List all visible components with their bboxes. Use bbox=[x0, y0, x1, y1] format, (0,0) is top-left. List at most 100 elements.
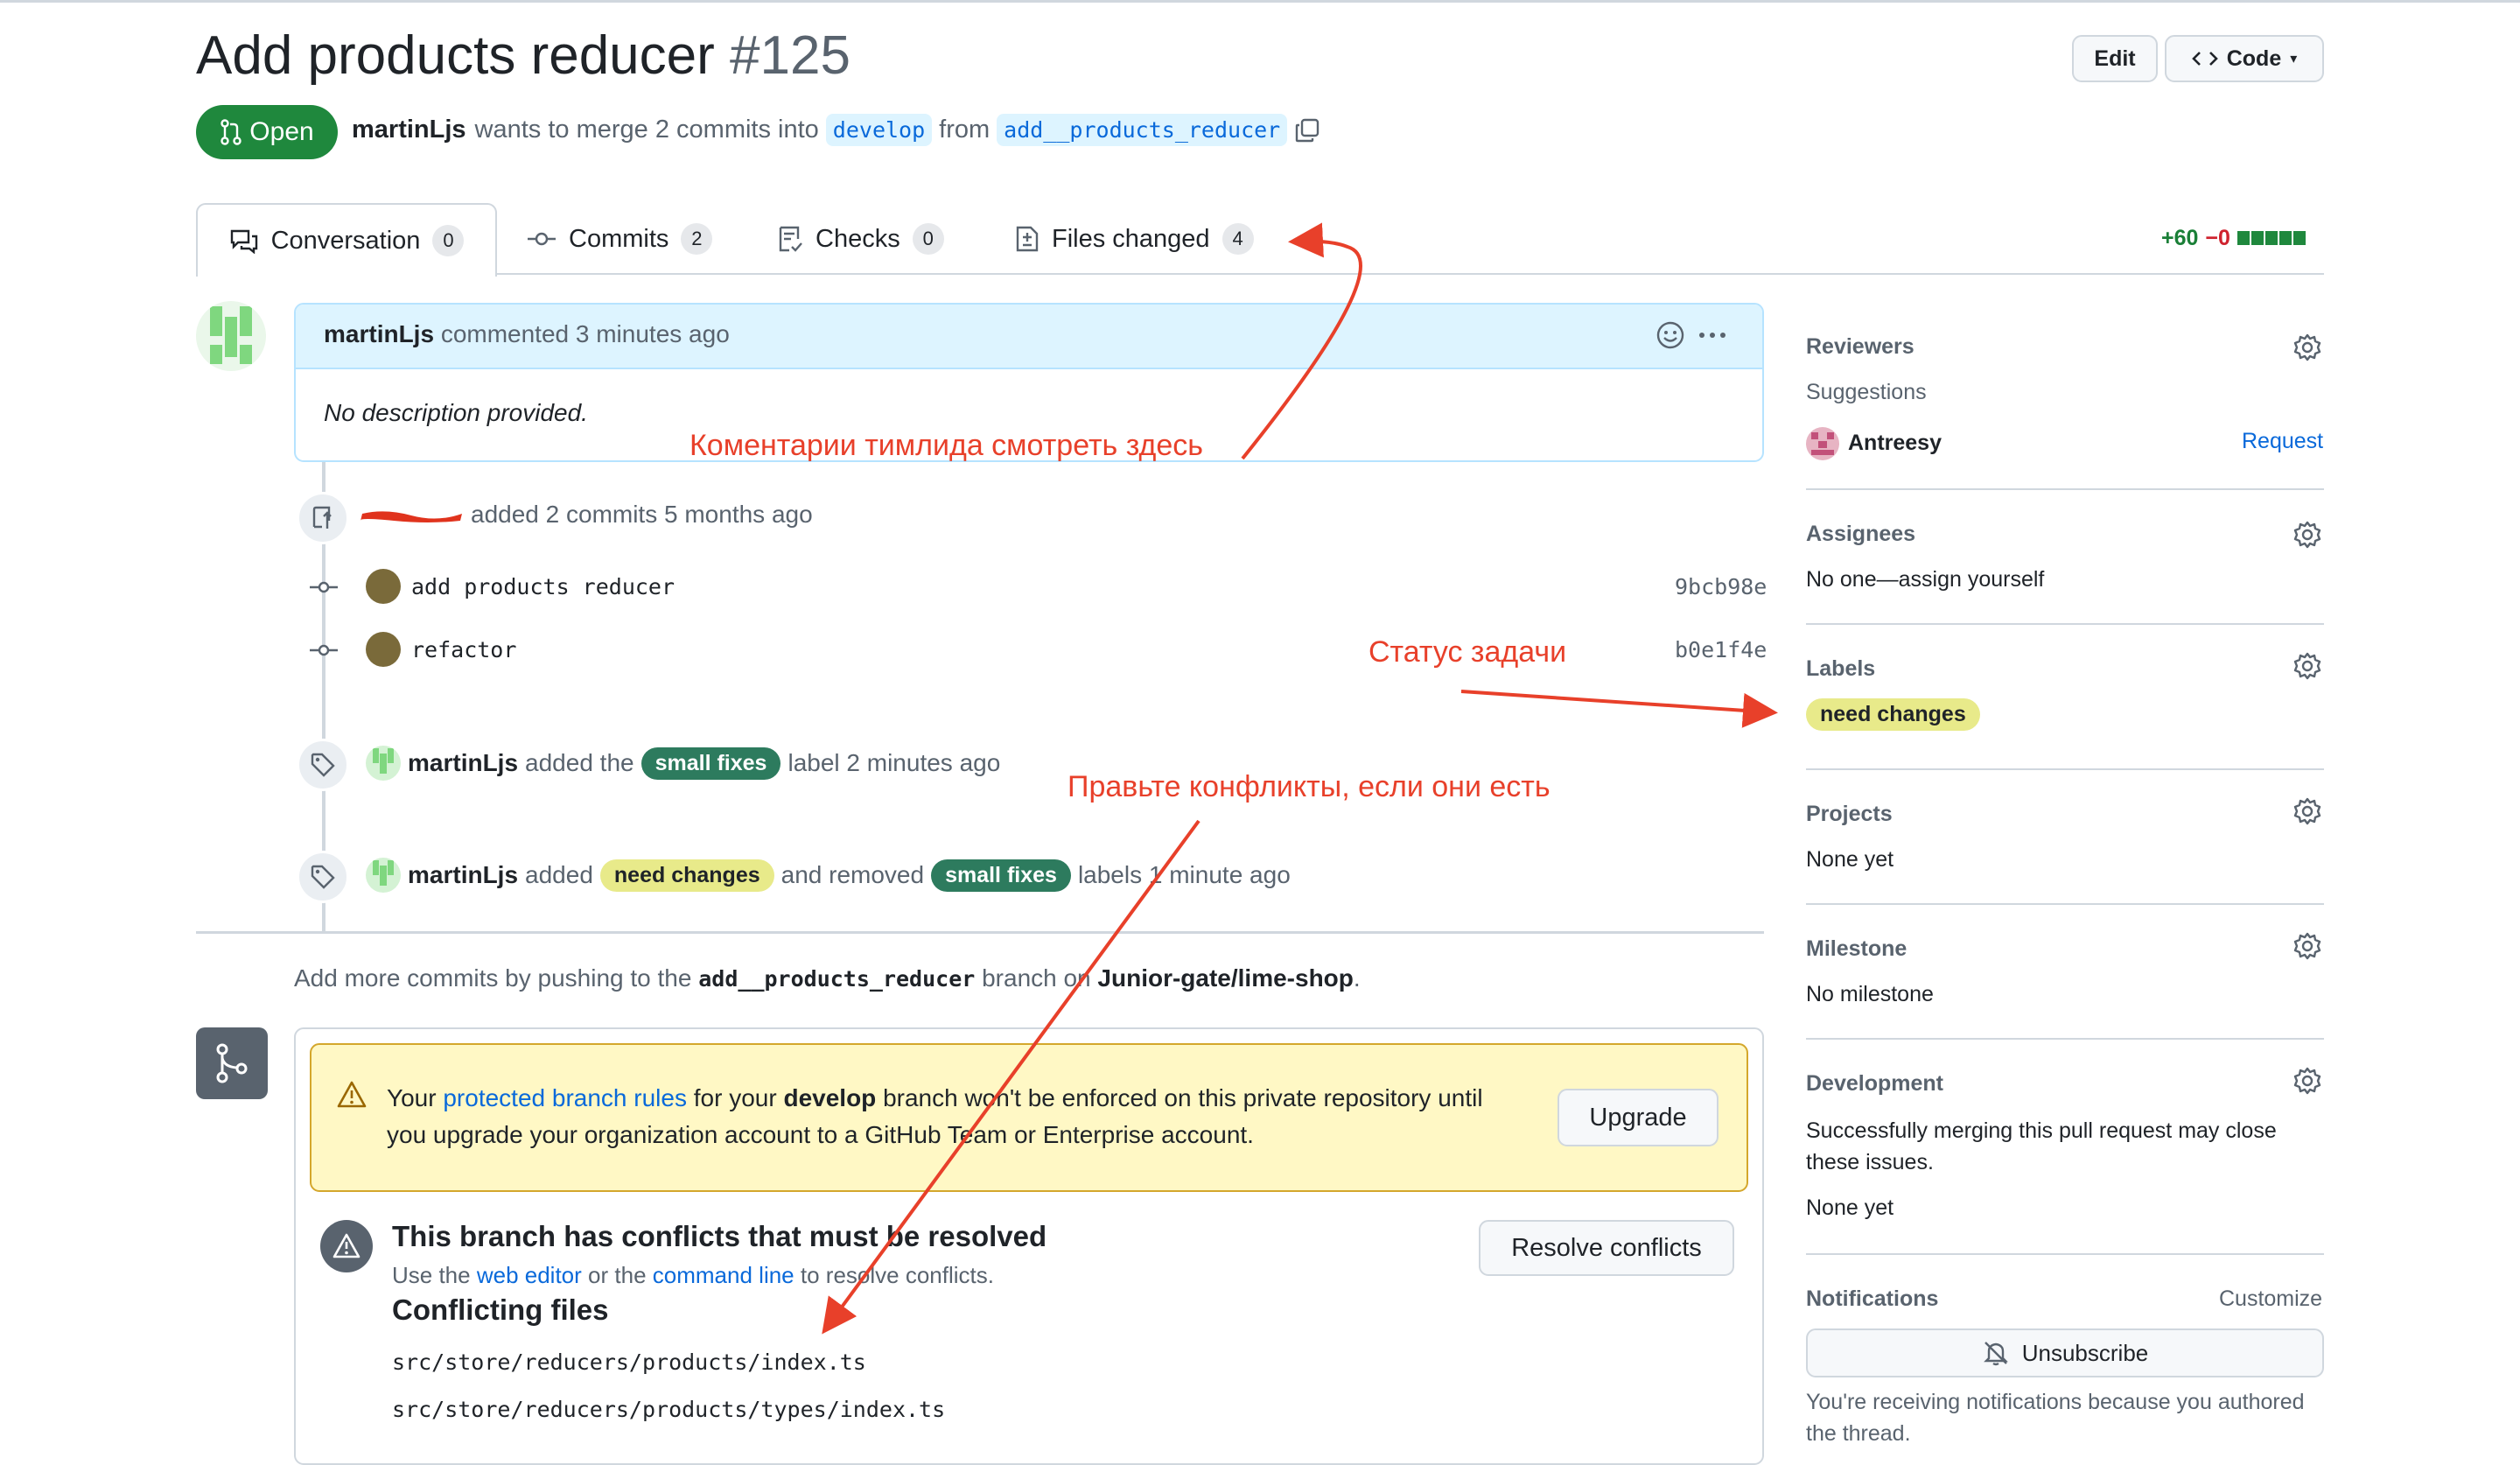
push-hint-text: Add more commits by pushing to the bbox=[294, 964, 692, 992]
conflicting-file: src/store/reducers/products/index.ts bbox=[392, 1349, 866, 1375]
annotation-conflicts: Правьте конфликты, если они есть bbox=[1068, 770, 1550, 803]
label-small-fixes[interactable]: small fixes bbox=[931, 859, 1071, 892]
commit-icon bbox=[310, 581, 338, 593]
diffstat-blocks bbox=[2236, 226, 2307, 251]
development-title[interactable]: Development bbox=[1806, 1071, 1943, 1097]
comment-body: No description provided. bbox=[324, 399, 588, 426]
development-text: Successfully merging this pull request m… bbox=[1806, 1118, 2277, 1174]
tab-files-changed-count: 4 bbox=[1222, 223, 1254, 255]
avatar[interactable] bbox=[196, 301, 266, 371]
event-text: added the bbox=[525, 749, 634, 776]
label-need-changes[interactable]: need changes bbox=[1806, 698, 1980, 731]
event-author[interactable]: martinLjs bbox=[408, 749, 518, 777]
warning-text: Your protected branch rules for your dev… bbox=[387, 1080, 1516, 1153]
request-review-link[interactable]: Request bbox=[2242, 429, 2323, 454]
pr-meta: martinLjs wants to merge 2 commits into … bbox=[352, 114, 1320, 146]
push-hint-branch[interactable]: add__products_reducer bbox=[698, 966, 975, 992]
merge-text: wants to merge 2 commits into bbox=[474, 116, 819, 144]
code-button[interactable]: Code ▾ bbox=[2165, 35, 2324, 82]
tab-conversation-label: Conversation bbox=[270, 226, 421, 255]
avatar bbox=[1806, 427, 1839, 460]
label-need-changes[interactable]: need changes bbox=[599, 859, 774, 892]
push-hint-repo[interactable]: Junior-gate/lime-shop bbox=[1097, 964, 1353, 992]
event-text: labels 1 minute ago bbox=[1077, 861, 1291, 888]
chevron-down-icon: ▾ bbox=[2290, 52, 2298, 67]
command-line-link[interactable]: command line bbox=[653, 1262, 794, 1288]
tab-conversation[interactable]: Conversation 0 bbox=[196, 203, 497, 277]
milestone-title[interactable]: Milestone bbox=[1806, 936, 1907, 962]
alert-icon bbox=[332, 1233, 360, 1258]
tab-files-changed[interactable]: Files changed 4 bbox=[1015, 203, 1254, 275]
conflicts-subtitle: Use the web editor or the command line t… bbox=[392, 1262, 994, 1289]
gear-icon[interactable] bbox=[2292, 1066, 2322, 1096]
commit-message[interactable]: add products reducer bbox=[411, 574, 675, 599]
commit-icon bbox=[528, 232, 556, 246]
comment-header-text: martinLjs commented 3 minutes ago bbox=[324, 320, 730, 348]
gear-icon[interactable] bbox=[2292, 520, 2322, 550]
copy-icon[interactable] bbox=[1294, 117, 1320, 144]
development-value: None yet bbox=[1806, 1195, 1894, 1220]
bell-slash-icon bbox=[1983, 1342, 2008, 1366]
warning-branch: develop bbox=[783, 1084, 877, 1111]
sidebar-divider bbox=[1806, 488, 2324, 490]
commit-sha[interactable]: 9bcb98e bbox=[1675, 574, 1767, 599]
commit-message[interactable]: refactor bbox=[411, 637, 516, 662]
state-badge: Open bbox=[196, 105, 338, 159]
event-author[interactable]: martinLjs bbox=[408, 861, 518, 889]
diffstat-additions: +60 bbox=[2161, 226, 2199, 250]
smiley-icon[interactable] bbox=[1656, 320, 1685, 350]
conflicts-sub3: to resolve conflicts. bbox=[800, 1262, 994, 1288]
labels-title[interactable]: Labels bbox=[1806, 656, 1875, 682]
gear-icon[interactable] bbox=[2292, 931, 2322, 961]
annotation-comments: Коментарии тимлида смотреть здесь bbox=[690, 429, 1204, 462]
push-hint-end: . bbox=[1353, 964, 1361, 992]
avatar[interactable] bbox=[366, 632, 401, 667]
assignees-value[interactable]: No one—assign yourself bbox=[1806, 567, 2044, 592]
tab-commits-count: 2 bbox=[681, 223, 713, 255]
file-diff-icon bbox=[1016, 226, 1039, 252]
reviewers-title[interactable]: Reviewers bbox=[1806, 334, 1914, 360]
unsubscribe-button[interactable]: Unsubscribe bbox=[1806, 1328, 2324, 1377]
notifications-title: Notifications bbox=[1806, 1286, 1939, 1311]
commit-icon bbox=[310, 644, 338, 656]
gear-icon[interactable] bbox=[2292, 333, 2322, 362]
customize-link[interactable]: Customize bbox=[2219, 1286, 2322, 1312]
tag-icon bbox=[311, 865, 335, 889]
web-editor-link[interactable]: web editor bbox=[477, 1262, 582, 1288]
gear-icon[interactable] bbox=[2292, 651, 2322, 681]
projects-value: None yet bbox=[1806, 847, 1894, 872]
comment-discussion-icon bbox=[230, 229, 257, 254]
tab-commits[interactable]: Commits 2 bbox=[527, 203, 713, 275]
upgrade-button[interactable]: Upgrade bbox=[1558, 1089, 1718, 1146]
avatar[interactable] bbox=[366, 746, 401, 781]
comment-author[interactable]: martinLjs bbox=[324, 320, 434, 347]
suggested-reviewer[interactable]: Antreesy bbox=[1848, 431, 1942, 456]
top-border bbox=[0, 0, 2520, 3]
resolve-conflicts-button[interactable]: Resolve conflicts bbox=[1479, 1220, 1734, 1276]
tag-icon bbox=[311, 753, 335, 777]
avatar[interactable] bbox=[366, 569, 401, 604]
edit-button[interactable]: Edit bbox=[2072, 35, 2158, 82]
tag-badge bbox=[297, 851, 349, 903]
tab-checks[interactable]: Checks 0 bbox=[777, 203, 944, 275]
from-word: from bbox=[939, 116, 990, 144]
base-branch[interactable]: develop bbox=[825, 114, 933, 146]
commit-sha[interactable]: b0e1f4e bbox=[1675, 637, 1767, 662]
gear-icon[interactable] bbox=[2292, 796, 2322, 826]
assignees-title[interactable]: Assignees bbox=[1806, 522, 1915, 547]
conflict-badge bbox=[320, 1220, 373, 1272]
redacted-username bbox=[360, 511, 462, 522]
kebab-menu-icon[interactable] bbox=[1698, 331, 1727, 340]
protected-branch-rules-link[interactable]: protected branch rules bbox=[443, 1084, 687, 1111]
avatar[interactable] bbox=[366, 858, 401, 893]
label-small-fixes[interactable]: small fixes bbox=[640, 747, 781, 780]
pull-request-icon bbox=[220, 119, 242, 145]
pr-author[interactable]: martinLjs bbox=[352, 116, 466, 144]
projects-title[interactable]: Projects bbox=[1806, 802, 1893, 827]
tab-commits-label: Commits bbox=[569, 224, 669, 253]
warning-t1: Your bbox=[387, 1084, 437, 1111]
tab-checks-count: 0 bbox=[912, 223, 944, 255]
commits-event-text: added 2 commits 5 months ago bbox=[471, 501, 813, 528]
label-event-added: martinLjs added the small fixes label 2 … bbox=[366, 746, 1000, 781]
head-branch[interactable]: add__products_reducer bbox=[997, 114, 1288, 146]
